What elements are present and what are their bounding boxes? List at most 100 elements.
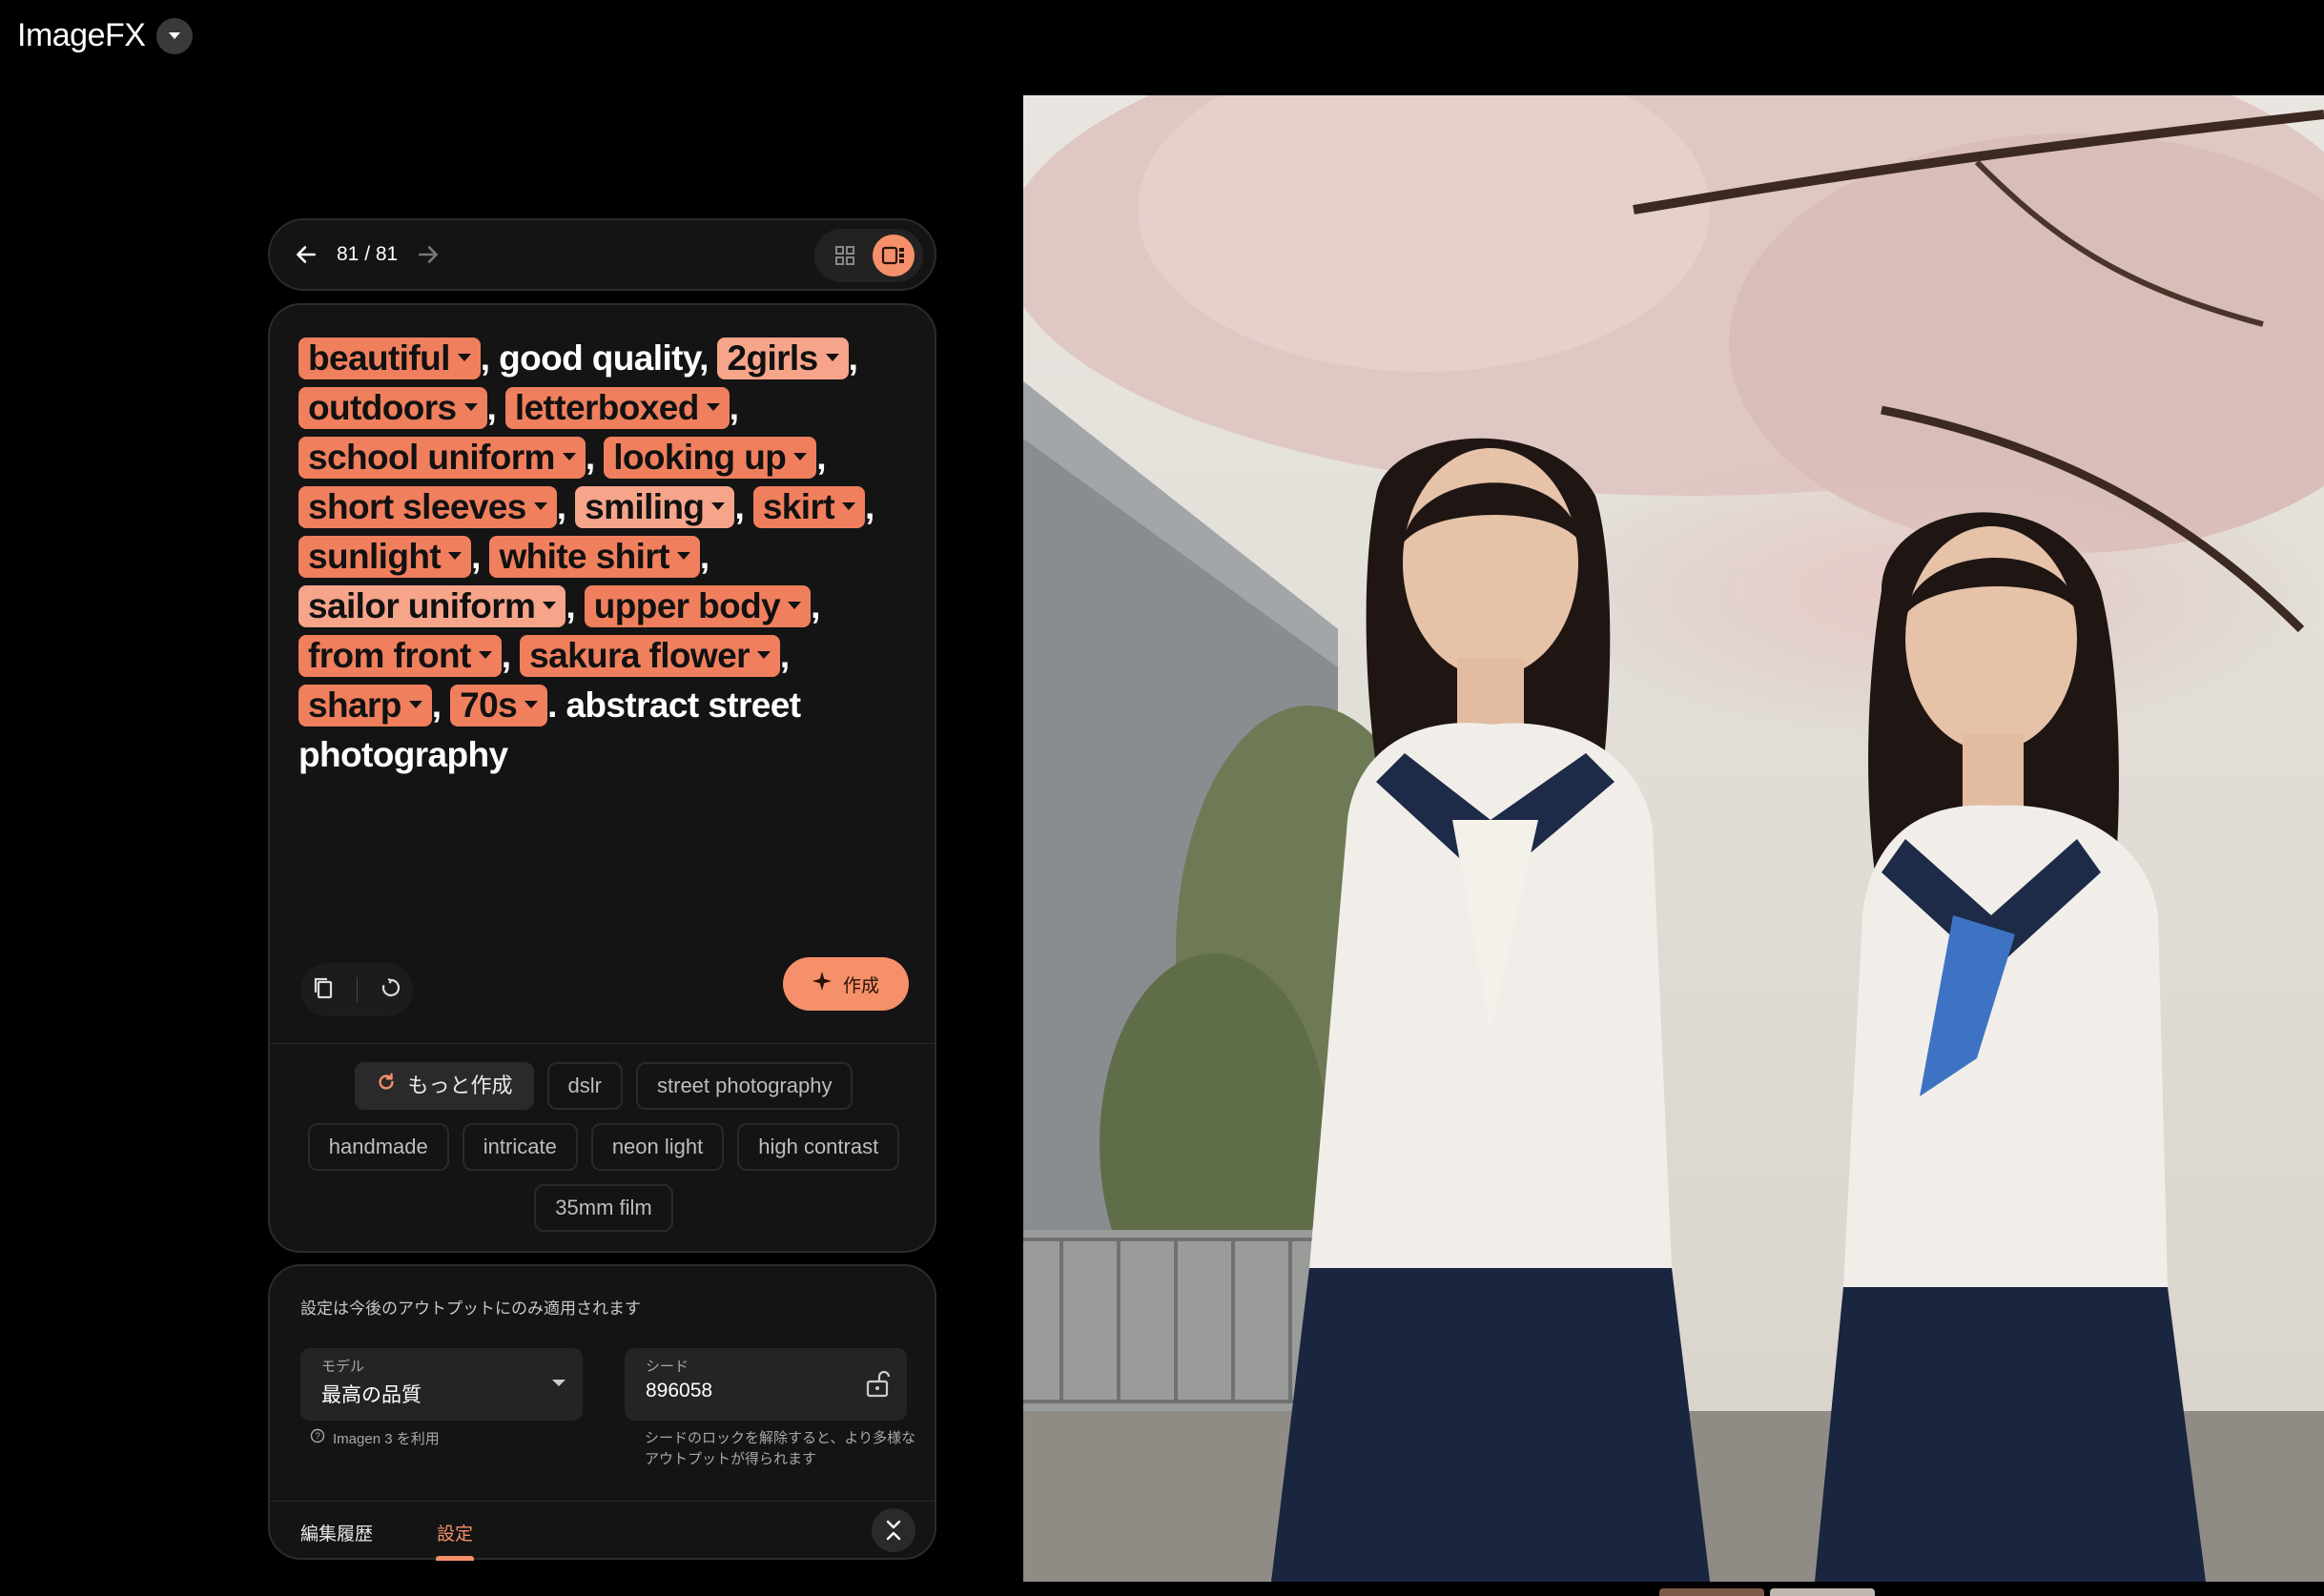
chevron-down-icon — [533, 502, 547, 511]
prompt-text-segment: , — [585, 438, 605, 477]
chevron-down-icon — [457, 354, 471, 362]
suggestion-chip[interactable]: 35mm film — [534, 1184, 673, 1232]
suggestion-chip[interactable]: high contrast — [737, 1123, 900, 1171]
svg-text:?: ? — [315, 1432, 320, 1443]
prompt-chip[interactable]: upper body — [584, 585, 812, 627]
prompt-chip-label: looking up — [613, 438, 787, 477]
prompt-chip-label: sunlight — [308, 537, 442, 576]
prompt-chip[interactable]: beautiful — [298, 338, 481, 379]
suggestion-chip[interactable]: handmade — [307, 1123, 449, 1171]
prompt-chip-label: letterboxed — [514, 388, 699, 427]
prompt-chip[interactable]: outdoors — [298, 387, 487, 429]
image-counter: 81 / 81 — [337, 243, 399, 265]
prompt-chip[interactable]: skirt — [752, 486, 865, 528]
settings-note: 設定は今後のアウトプットにのみ適用されます — [300, 1299, 641, 1318]
prompt-chip-label: sakura flower — [529, 636, 750, 675]
tab-edit-history[interactable]: 編集履歴 — [300, 1520, 373, 1545]
prompt-text-segment: , — [556, 487, 576, 526]
seed-field[interactable]: シード 896058 — [625, 1348, 907, 1421]
app-menu-caret-icon[interactable] — [156, 17, 194, 54]
prompt-text-segment: , good quality, — [480, 338, 718, 378]
prompt-text-segment: , — [501, 636, 521, 675]
refresh-icon[interactable] — [380, 976, 402, 1004]
prompt-chip[interactable]: 2girls — [717, 338, 849, 379]
chevron-down-icon — [524, 701, 539, 709]
image-navigation-bar: 81 / 81 — [268, 218, 936, 291]
prompt-chip[interactable]: sharp — [298, 685, 432, 726]
grid-view-icon[interactable] — [824, 235, 866, 276]
suggestion-chips: もっと作成 dslr street photography handmade i… — [289, 1062, 918, 1232]
redo-icon — [376, 1064, 397, 1108]
chevron-down-icon — [552, 1380, 566, 1386]
model-help: ? Imagen 3 を利用 — [310, 1428, 440, 1450]
prompt-chip-label: outdoors — [308, 388, 457, 427]
help-icon: ? — [310, 1428, 325, 1450]
prompt-chip[interactable]: school uniform — [298, 437, 586, 479]
prompt-text-segment: , — [816, 438, 835, 477]
settings-panel: 設定は今後のアウトプットにのみ適用されます モデル 最高の品質 ? Imagen… — [268, 1264, 936, 1561]
suggestion-chip[interactable]: intricate — [462, 1123, 578, 1171]
prompt-chip[interactable]: sailor uniform — [298, 585, 566, 627]
thumbnail[interactable] — [1659, 1588, 1764, 1596]
lock-open-icon[interactable] — [865, 1369, 891, 1402]
tool-separator — [356, 977, 358, 1002]
prompt-chip[interactable]: from front — [298, 635, 502, 677]
prompt-chip-label: 70s — [460, 685, 518, 725]
seed-value: 896058 — [646, 1380, 713, 1402]
create-button[interactable]: 作成 — [783, 957, 909, 1011]
model-select[interactable]: モデル 最高の品質 — [300, 1348, 583, 1421]
prompt-text-segment: , — [779, 636, 799, 675]
prompt-text-segment: , — [471, 537, 490, 576]
generate-more-label: もっと作成 — [407, 1074, 513, 1097]
single-view-icon[interactable] — [872, 235, 915, 276]
chevron-down-icon — [841, 502, 855, 511]
prompt-chip[interactable]: white shirt — [489, 536, 700, 578]
seed-label: シード — [646, 1359, 689, 1375]
tab-settings[interactable]: 設定 — [437, 1520, 473, 1545]
prompt-text-segment: , — [566, 586, 585, 625]
sparkle-icon — [812, 972, 832, 996]
settings-divider — [270, 1501, 935, 1502]
model-label: モデル — [321, 1359, 365, 1375]
section-divider — [270, 1043, 935, 1044]
create-button-label: 作成 — [842, 975, 879, 996]
copy-icon[interactable] — [312, 975, 335, 1005]
prompt-text-segment: , — [848, 338, 867, 378]
prompt-chip-label: skirt — [762, 487, 835, 526]
chevron-down-icon — [825, 354, 839, 362]
suggestion-chip[interactable]: street photography — [636, 1062, 854, 1110]
back-arrow-icon[interactable] — [287, 235, 325, 274]
prompt-tools — [300, 963, 413, 1016]
app-header: ImageFX — [17, 17, 194, 54]
chevron-down-icon — [562, 453, 576, 461]
prompt-chip[interactable]: short sleeves — [298, 486, 557, 528]
chevron-down-icon — [448, 552, 463, 561]
prompt-chip[interactable]: 70s — [450, 685, 548, 726]
prompt-chip[interactable]: letterboxed — [504, 387, 730, 429]
prompt-chip[interactable]: sakura flower — [520, 635, 780, 677]
prompt-chip[interactable]: looking up — [604, 437, 817, 479]
suggestion-chip[interactable]: dslr — [546, 1062, 623, 1110]
chevron-down-icon — [788, 602, 802, 610]
prompt-chip-label: from front — [308, 636, 471, 675]
prompt-chip[interactable]: smiling — [575, 486, 735, 528]
generated-image[interactable] — [1023, 95, 2324, 1582]
prompt-chip-label: school uniform — [308, 438, 555, 477]
prompt-panel: beautiful , good quality, 2girls, outdoor… — [268, 303, 936, 1253]
prompt-chip-label: upper body — [593, 586, 781, 625]
prompt-chip[interactable]: sunlight — [298, 536, 472, 578]
collapse-icon[interactable] — [872, 1508, 915, 1552]
chevron-down-icon — [756, 651, 771, 660]
chevron-down-icon — [408, 701, 422, 709]
chevron-down-icon — [676, 552, 690, 561]
view-mode-toggle — [814, 229, 923, 282]
generate-more-button[interactable]: もっと作成 — [354, 1062, 534, 1110]
prompt-editor[interactable]: beautiful , good quality, 2girls, outdoor… — [298, 334, 918, 780]
prompt-text-segment: , — [699, 537, 719, 576]
thumbnail[interactable] — [1770, 1588, 1875, 1596]
forward-arrow-icon[interactable] — [409, 235, 447, 274]
prompt-text-segment: , — [811, 586, 830, 625]
chevron-down-icon — [478, 651, 492, 660]
prompt-text-segment: , — [431, 685, 451, 725]
suggestion-chip[interactable]: neon light — [590, 1123, 725, 1171]
